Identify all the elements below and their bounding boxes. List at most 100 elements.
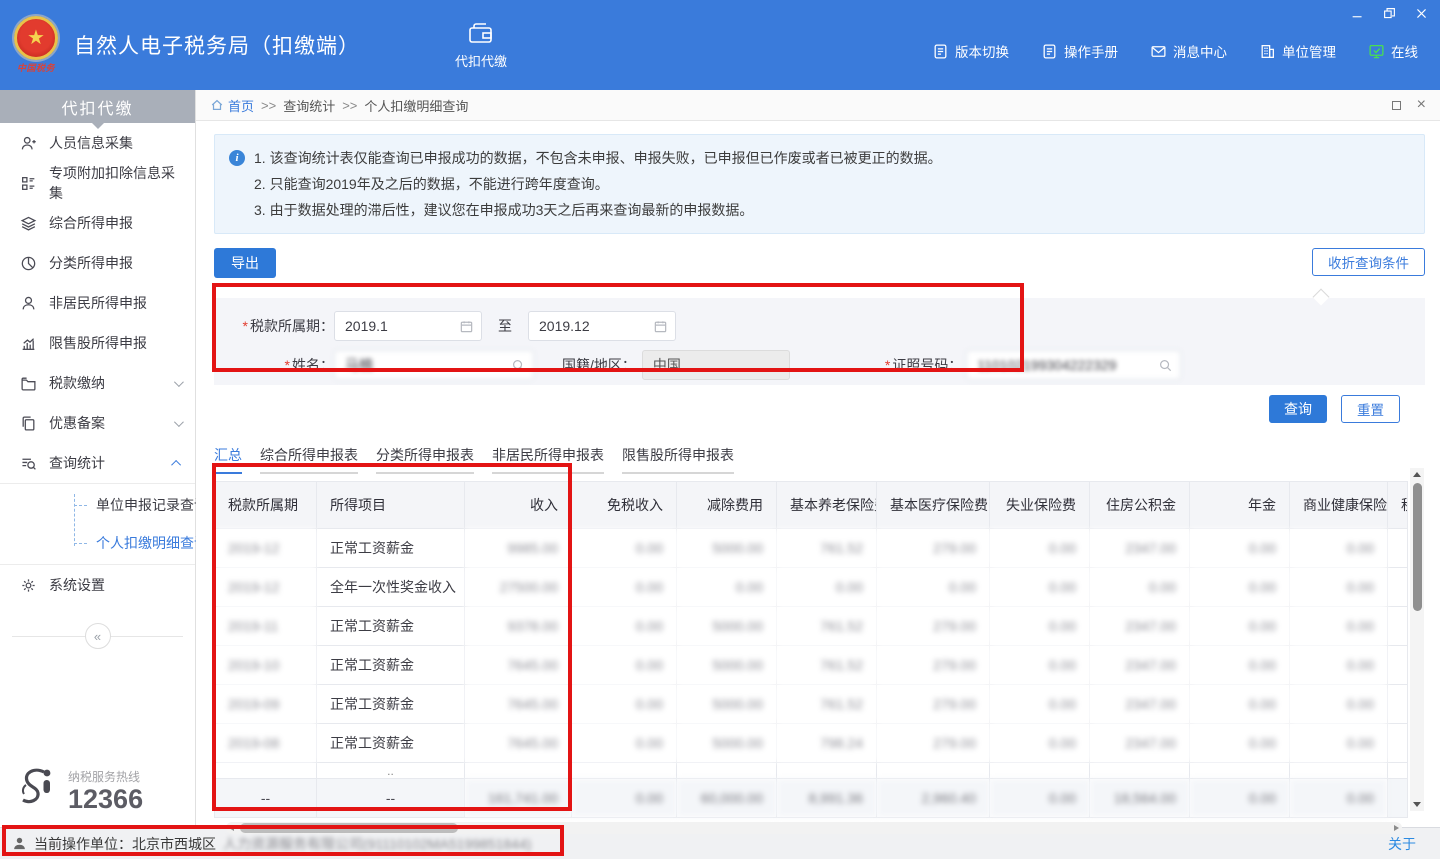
table-row-2: 2019-11正常工资薪金9378.000.005000.00761.52279…: [215, 607, 1408, 646]
value-cell: 279.00: [877, 607, 990, 646]
sidebar-item-5[interactable]: 限售股所得申报: [0, 323, 195, 363]
vertical-scroll-thumb[interactable]: [1413, 483, 1422, 611]
menu-item-3[interactable]: 单位管理: [1259, 41, 1336, 61]
toolbar: 导出 收折查询条件: [214, 248, 1425, 278]
menu-item-4[interactable]: 在线: [1368, 41, 1418, 61]
value-cell: 279.00: [877, 646, 990, 685]
sidebar-item-3[interactable]: 分类所得申报: [0, 243, 195, 283]
panel-maximize-icon[interactable]: [1392, 101, 1401, 110]
search-button[interactable]: 查询: [1269, 395, 1327, 423]
tab-2[interactable]: 分类所得申报表: [376, 445, 474, 474]
value-cell: 0.00: [572, 529, 677, 568]
reset-button[interactable]: 重置: [1341, 395, 1400, 423]
value-cell: 0.00: [1290, 529, 1388, 568]
scroll-up-icon[interactable]: [1413, 472, 1421, 477]
breadcrumb-home-link[interactable]: 首页: [210, 96, 254, 115]
folder-icon: [20, 375, 37, 392]
sidebar-item-8[interactable]: 查询统计: [0, 443, 195, 483]
name-label: *姓名：: [222, 355, 334, 375]
period-cell: 2019-10: [215, 646, 317, 685]
value-cell: 2347.00: [1090, 685, 1190, 724]
value-cell: 2347.00: [1090, 724, 1190, 763]
item-cell: 正常工资薪金: [317, 724, 465, 763]
menu-item-2[interactable]: 消息中心: [1150, 41, 1227, 61]
scroll-left-icon[interactable]: [229, 825, 234, 831]
sidebar-submenu: 单位申报记录查询个人扣缴明细查询: [0, 483, 195, 565]
value-cell: 0.00: [1290, 607, 1388, 646]
sidebar-subitem-8-0[interactable]: 单位申报记录查询: [0, 486, 195, 524]
value-cell: 7645.00: [465, 685, 572, 724]
value-cell: 798.24: [777, 724, 877, 763]
menu-item-0[interactable]: 版本切换: [932, 41, 1009, 61]
panel-close-icon[interactable]: ×: [1417, 97, 1426, 113]
period-start-input[interactable]: [334, 311, 482, 341]
sidebar-item-4[interactable]: 非居民所得申报: [0, 283, 195, 323]
value-cell: 5000.00: [677, 607, 777, 646]
value-cell: 2347.00: [1090, 646, 1190, 685]
sidebar-item-label: 专项附加扣除信息采集: [49, 163, 181, 203]
hotline-block: 纳税服务热线 12366: [0, 765, 195, 817]
search-list-icon: [20, 455, 37, 472]
scroll-right-icon[interactable]: [1394, 825, 1399, 831]
user-icon: [12, 836, 27, 851]
close-icon[interactable]: [1414, 6, 1428, 20]
menu-item-label: 操作手册: [1064, 41, 1118, 61]
chevron-down-icon: [174, 417, 184, 427]
emblem-text: 中国税务: [17, 61, 55, 74]
vertical-scrollbar[interactable]: [1410, 468, 1424, 811]
sidebar-item-label: 优惠备案: [49, 413, 105, 433]
horizontal-scrollbar[interactable]: [226, 822, 1402, 834]
table-row-partial: ..: [215, 763, 1408, 779]
document-icon: [932, 43, 949, 60]
period-end-input[interactable]: [528, 311, 676, 341]
sidebar-item-7[interactable]: 优惠备案: [0, 403, 195, 443]
value-cell: 0.00: [572, 568, 677, 607]
tab-1[interactable]: 综合所得申报表: [260, 445, 358, 474]
tab-0[interactable]: 汇总: [214, 445, 242, 474]
value-cell: 0.00: [1190, 724, 1290, 763]
value-cell: 0.00: [1090, 568, 1190, 607]
id-number-input[interactable]: [966, 350, 1181, 380]
value-cell: 0.00: [572, 646, 677, 685]
collapse-query-button[interactable]: 收折查询条件: [1312, 248, 1425, 276]
minimize-icon[interactable]: [1350, 6, 1364, 20]
mail-icon: [1150, 43, 1167, 60]
total-value-cell: 0.00: [1290, 779, 1388, 818]
menu-item-1[interactable]: 操作手册: [1041, 41, 1118, 61]
sidebar-item-0[interactable]: 人员信息采集: [0, 123, 195, 163]
item-cell: 正常工资薪金: [317, 685, 465, 724]
info-icon: i: [229, 150, 245, 166]
menu-item-label: 单位管理: [1282, 41, 1336, 61]
about-link[interactable]: 关于: [1388, 834, 1416, 854]
sidebar-item-6[interactable]: 税款缴纳: [0, 363, 195, 403]
value-cell: 0.00: [990, 685, 1090, 724]
breadcrumb-item-2: 个人扣缴明细查询: [364, 96, 468, 115]
scroll-down-icon[interactable]: [1413, 802, 1421, 807]
total-value-cell: 0.00: [572, 779, 677, 818]
horizontal-scroll-thumb[interactable]: [240, 823, 458, 833]
sidebar-item-9[interactable]: 系统设置: [0, 565, 195, 605]
wallet-icon: [467, 21, 495, 45]
value-cell: 761.52: [777, 607, 877, 646]
column-header-2: 收入: [465, 482, 572, 529]
restore-icon[interactable]: [1382, 6, 1396, 20]
tab-3[interactable]: 非居民所得申报表: [492, 445, 604, 474]
online-status-icon: [1368, 43, 1385, 60]
operating-unit-label: 当前操作单位：北京市西城区: [34, 834, 216, 854]
name-input[interactable]: [334, 350, 534, 380]
value-cell: 0.00: [990, 646, 1090, 685]
item-cell: ..: [317, 763, 465, 779]
person-add-icon: [20, 135, 37, 152]
value-cell: 0.00: [1190, 568, 1290, 607]
tab-4[interactable]: 限售股所得申报表: [622, 445, 734, 474]
sidebar-item-label: 分类所得申报: [49, 253, 133, 273]
sidebar-item-2[interactable]: 综合所得申报: [0, 203, 195, 243]
value-cell: 279.00: [877, 685, 990, 724]
tab-withholding-module[interactable]: 代扣代缴: [455, 21, 507, 70]
sidebar-item-1[interactable]: 专项附加扣除信息采集: [0, 163, 195, 203]
notice-line-2: 2. 只能查询2019年及之后的数据，不能进行跨年度查询。: [254, 171, 942, 197]
sidebar-subitem-8-1[interactable]: 个人扣缴明细查询: [0, 524, 195, 562]
export-button[interactable]: 导出: [214, 248, 276, 278]
sidebar-collapse-button[interactable]: «: [85, 623, 111, 649]
value-cell: 0.00: [572, 607, 677, 646]
